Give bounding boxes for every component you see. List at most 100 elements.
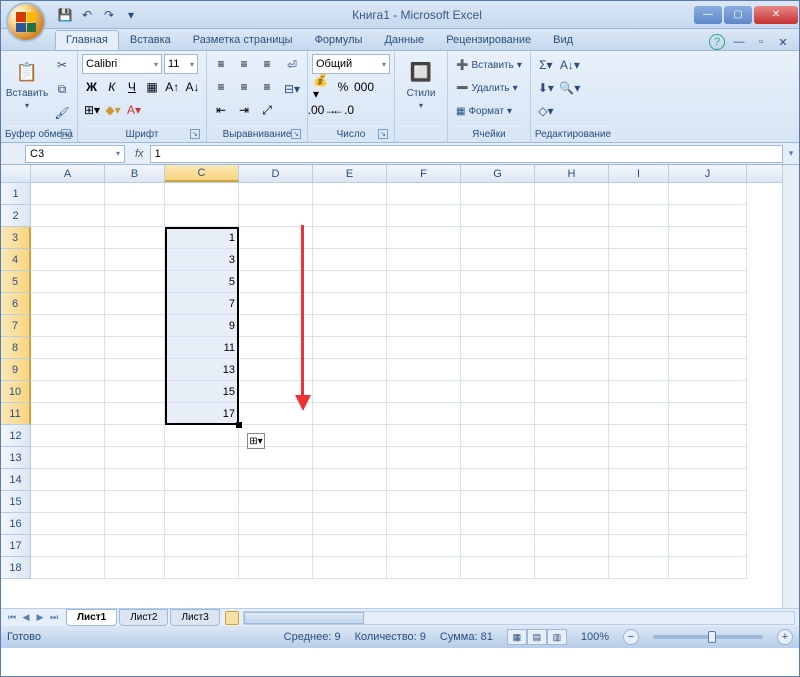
cell-F5[interactable]	[387, 271, 461, 293]
prev-sheet-button[interactable]: ◀	[19, 612, 33, 623]
cell-E5[interactable]	[313, 271, 387, 293]
office-button[interactable]	[6, 2, 46, 42]
cell-I4[interactable]	[609, 249, 669, 271]
cell-G17[interactable]	[461, 535, 535, 557]
cell-J7[interactable]	[669, 315, 747, 337]
save-button[interactable]: 💾	[55, 5, 75, 25]
cell-C9[interactable]: 13	[165, 359, 239, 381]
align-top-button[interactable]: ≡	[211, 54, 231, 74]
align-left-button[interactable]: ≡	[211, 77, 231, 97]
shrink-font-button[interactable]: A↓	[183, 77, 202, 97]
cell-D17[interactable]	[239, 535, 313, 557]
sheet-tab-1[interactable]: Лист1	[66, 609, 117, 626]
select-all-corner[interactable]	[1, 165, 31, 182]
launcher-icon[interactable]: ↘	[291, 129, 301, 139]
column-header-E[interactable]: E	[313, 165, 387, 182]
borders-button[interactable]: ⊞▾	[82, 100, 102, 120]
zoom-slider[interactable]	[653, 635, 763, 639]
cell-B7[interactable]	[105, 315, 165, 337]
fill-button[interactable]: ⬇▾	[535, 77, 557, 99]
cell-H16[interactable]	[535, 513, 609, 535]
fx-icon[interactable]: fx	[129, 148, 150, 160]
cell-F3[interactable]	[387, 227, 461, 249]
cell-B8[interactable]	[105, 337, 165, 359]
cell-J3[interactable]	[669, 227, 747, 249]
zoom-out-button[interactable]: −	[623, 629, 639, 645]
cell-C5[interactable]: 5	[165, 271, 239, 293]
cell-I16[interactable]	[609, 513, 669, 535]
row-header-3[interactable]: 3	[1, 227, 31, 249]
cell-A11[interactable]	[31, 403, 105, 425]
cell-H6[interactable]	[535, 293, 609, 315]
cell-A12[interactable]	[31, 425, 105, 447]
cell-J11[interactable]	[669, 403, 747, 425]
vertical-scrollbar[interactable]	[782, 165, 799, 608]
cell-E15[interactable]	[313, 491, 387, 513]
cell-B9[interactable]	[105, 359, 165, 381]
last-sheet-button[interactable]: ⏭	[47, 612, 61, 623]
font-name-combo[interactable]: Calibri▾	[82, 54, 162, 74]
cell-I3[interactable]	[609, 227, 669, 249]
row-header-10[interactable]: 10	[1, 381, 31, 403]
cell-I10[interactable]	[609, 381, 669, 403]
cell-A13[interactable]	[31, 447, 105, 469]
cell-I18[interactable]	[609, 557, 669, 579]
cell-H7[interactable]	[535, 315, 609, 337]
cell-A10[interactable]	[31, 381, 105, 403]
worksheet-grid[interactable]: ABCDEFGHIJ 12314355677981191310151117121…	[1, 165, 799, 608]
tab-view[interactable]: Вид	[542, 30, 584, 50]
cell-D1[interactable]	[239, 183, 313, 205]
align-right-button[interactable]: ≡	[257, 77, 277, 97]
cell-G4[interactable]	[461, 249, 535, 271]
cell-I15[interactable]	[609, 491, 669, 513]
cell-H8[interactable]	[535, 337, 609, 359]
cell-C11[interactable]: 17	[165, 403, 239, 425]
cell-J15[interactable]	[669, 491, 747, 513]
cell-A5[interactable]	[31, 271, 105, 293]
cell-J18[interactable]	[669, 557, 747, 579]
cell-B11[interactable]	[105, 403, 165, 425]
bold-button[interactable]: Ж	[82, 77, 101, 97]
cell-B1[interactable]	[105, 183, 165, 205]
cell-D15[interactable]	[239, 491, 313, 513]
cell-F12[interactable]	[387, 425, 461, 447]
cell-F14[interactable]	[387, 469, 461, 491]
tab-data[interactable]: Данные	[373, 30, 435, 50]
cell-C16[interactable]	[165, 513, 239, 535]
cell-B13[interactable]	[105, 447, 165, 469]
cell-G1[interactable]	[461, 183, 535, 205]
cell-B4[interactable]	[105, 249, 165, 271]
cell-F16[interactable]	[387, 513, 461, 535]
cell-C4[interactable]: 3	[165, 249, 239, 271]
row-header-4[interactable]: 4	[1, 249, 31, 271]
cell-F7[interactable]	[387, 315, 461, 337]
redo-button[interactable]: ↷	[99, 5, 119, 25]
qat-dropdown[interactable]: ▾	[121, 5, 141, 25]
row-header-5[interactable]: 5	[1, 271, 31, 293]
cell-A2[interactable]	[31, 205, 105, 227]
italic-button[interactable]: К	[102, 77, 121, 97]
maximize-button[interactable]: ▢	[724, 6, 752, 24]
row-header-13[interactable]: 13	[1, 447, 31, 469]
cell-C13[interactable]	[165, 447, 239, 469]
cell-F9[interactable]	[387, 359, 461, 381]
zoom-in-button[interactable]: +	[777, 629, 793, 645]
cell-F10[interactable]	[387, 381, 461, 403]
cell-G8[interactable]	[461, 337, 535, 359]
cell-J4[interactable]	[669, 249, 747, 271]
grow-font-button[interactable]: A↑	[163, 77, 182, 97]
cell-G15[interactable]	[461, 491, 535, 513]
delete-cells-button[interactable]: ➖Удалить ▾	[452, 77, 526, 99]
increase-decimal-button[interactable]: .00→	[312, 100, 332, 120]
cell-A8[interactable]	[31, 337, 105, 359]
cell-D16[interactable]	[239, 513, 313, 535]
sheet-tab-3[interactable]: Лист3	[170, 609, 219, 626]
decrease-indent-button[interactable]: ⇤	[211, 100, 231, 120]
cell-B2[interactable]	[105, 205, 165, 227]
cell-H12[interactable]	[535, 425, 609, 447]
cell-C1[interactable]	[165, 183, 239, 205]
cell-A14[interactable]	[31, 469, 105, 491]
close-child-button[interactable]: ✕	[775, 34, 791, 50]
fill-color-button[interactable]: ◆▾	[103, 100, 123, 120]
autofill-options-icon[interactable]: ⊞▾	[247, 433, 265, 449]
